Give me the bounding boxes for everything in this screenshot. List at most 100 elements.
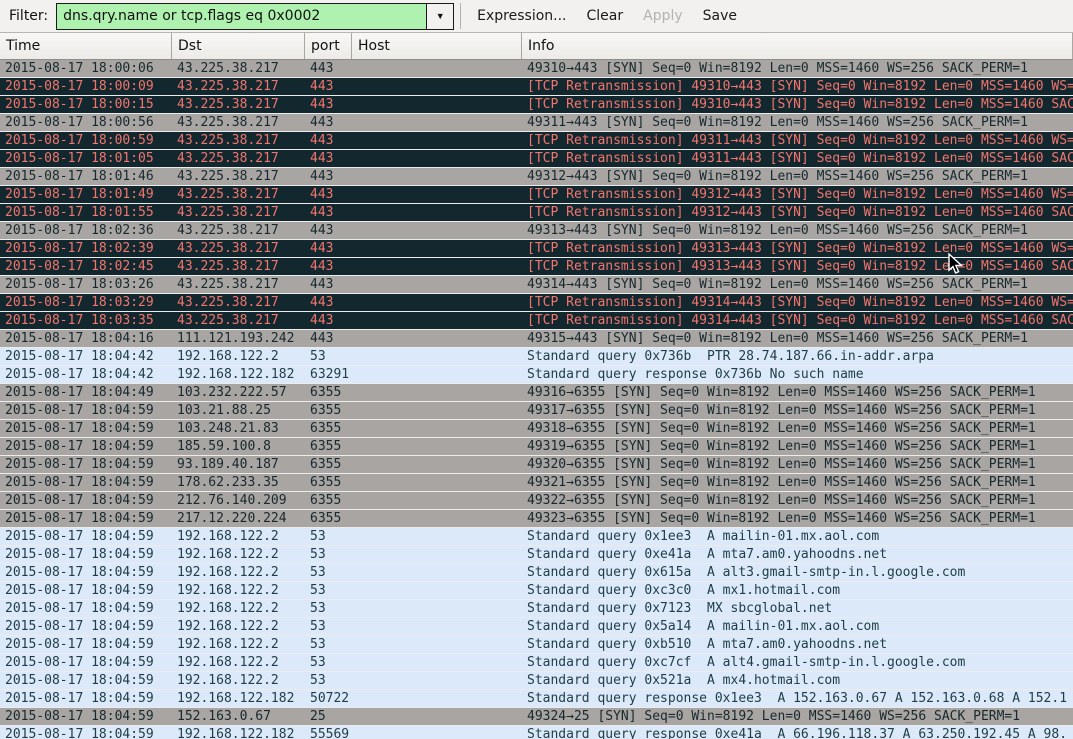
column-header-time[interactable]: Time	[0, 33, 172, 59]
cell-port: 53	[305, 564, 352, 581]
cell-port: 443	[305, 60, 352, 77]
clear-button[interactable]: Clear	[577, 4, 634, 28]
cell-info: Standard query response 0x736b No such n…	[522, 366, 1073, 383]
cell-dst: 43.225.38.217	[172, 114, 305, 131]
cell-info: 49321→6355 [SYN] Seq=0 Win=8192 Len=0 MS…	[522, 474, 1073, 491]
cell-time: 2015-08-17 18:03:26	[0, 276, 172, 293]
cell-info: Standard query response 0xe41a A 66.196.…	[522, 726, 1073, 739]
cell-port: 443	[305, 312, 352, 329]
filter-combo: ▼	[56, 3, 454, 30]
cell-port: 53	[305, 672, 352, 689]
cell-info: 49323→6355 [SYN] Seq=0 Win=8192 Len=0 MS…	[522, 510, 1073, 527]
cell-info: Standard query 0x736b PTR 28.74.187.66.i…	[522, 348, 1073, 365]
packet-row[interactable]: 2015-08-17 18:01:4943.225.38.217443[TCP …	[0, 186, 1073, 204]
packet-row[interactable]: 2015-08-17 18:03:3543.225.38.217443[TCP …	[0, 312, 1073, 330]
cell-time: 2015-08-17 18:01:55	[0, 204, 172, 221]
cell-time: 2015-08-17 18:04:59	[0, 420, 172, 437]
cell-time: 2015-08-17 18:04:59	[0, 726, 172, 739]
cell-dst: 43.225.38.217	[172, 168, 305, 185]
cell-info: [TCP Retransmission] 49313→443 [SYN] Seq…	[522, 240, 1073, 257]
cell-host	[352, 312, 522, 329]
cell-dst: 43.225.38.217	[172, 60, 305, 77]
packet-row[interactable]: 2015-08-17 18:04:5993.189.40.18763554932…	[0, 456, 1073, 474]
cell-dst: 192.168.122.2	[172, 600, 305, 617]
apply-button[interactable]: Apply	[633, 4, 693, 28]
cell-info: [TCP Retransmission] 49314→443 [SYN] Seq…	[522, 312, 1073, 329]
packet-row[interactable]: 2015-08-17 18:02:3943.225.38.217443[TCP …	[0, 240, 1073, 258]
packet-row[interactable]: 2015-08-17 18:04:59212.76.140.2096355493…	[0, 492, 1073, 510]
cell-time: 2015-08-17 18:03:35	[0, 312, 172, 329]
packet-row[interactable]: 2015-08-17 18:00:0643.225.38.21744349310…	[0, 60, 1073, 78]
packet-row[interactable]: 2015-08-17 18:02:3643.225.38.21744349313…	[0, 222, 1073, 240]
packet-row[interactable]: 2015-08-17 18:04:59192.168.122.253Standa…	[0, 672, 1073, 690]
packet-row[interactable]: 2015-08-17 18:04:16111.121.193.242443493…	[0, 330, 1073, 348]
cell-time: 2015-08-17 18:04:59	[0, 510, 172, 527]
cell-dst: 43.225.38.217	[172, 240, 305, 257]
packet-row[interactable]: 2015-08-17 18:04:59152.163.0.672549324→2…	[0, 708, 1073, 726]
cell-time: 2015-08-17 18:04:59	[0, 492, 172, 509]
cell-host	[352, 492, 522, 509]
packet-row[interactable]: 2015-08-17 18:00:1543.225.38.217443[TCP …	[0, 96, 1073, 114]
cell-time: 2015-08-17 18:04:59	[0, 528, 172, 545]
packet-row[interactable]: 2015-08-17 18:03:2643.225.38.21744349314…	[0, 276, 1073, 294]
packet-row[interactable]: 2015-08-17 18:01:0543.225.38.217443[TCP …	[0, 150, 1073, 168]
packet-row[interactable]: 2015-08-17 18:04:42192.168.122.253Standa…	[0, 348, 1073, 366]
cell-time: 2015-08-17 18:04:59	[0, 672, 172, 689]
packet-row[interactable]: 2015-08-17 18:04:59192.168.122.253Standa…	[0, 528, 1073, 546]
cell-dst: 192.168.122.2	[172, 564, 305, 581]
packet-row[interactable]: 2015-08-17 18:04:59185.59.100.8635549319…	[0, 438, 1073, 456]
cell-dst: 192.168.122.2	[172, 528, 305, 545]
packet-row[interactable]: 2015-08-17 18:04:59217.12.220.2246355493…	[0, 510, 1073, 528]
cell-time: 2015-08-17 18:04:59	[0, 564, 172, 581]
packet-row[interactable]: 2015-08-17 18:04:49103.232.222.576355493…	[0, 384, 1073, 402]
packet-row[interactable]: 2015-08-17 18:04:59192.168.122.253Standa…	[0, 582, 1073, 600]
cell-time: 2015-08-17 18:04:59	[0, 456, 172, 473]
packet-row[interactable]: 2015-08-17 18:04:42192.168.122.18263291S…	[0, 366, 1073, 384]
cell-dst: 192.168.122.2	[172, 546, 305, 563]
expression-button[interactable]: Expression...	[467, 4, 576, 28]
cell-time: 2015-08-17 18:04:59	[0, 690, 172, 707]
cell-port: 6355	[305, 510, 352, 527]
packet-row[interactable]: 2015-08-17 18:00:0943.225.38.217443[TCP …	[0, 78, 1073, 96]
packet-row[interactable]: 2015-08-17 18:04:59178.62.233.3563554932…	[0, 474, 1073, 492]
packet-row[interactable]: 2015-08-17 18:04:59103.248.21.8363554931…	[0, 420, 1073, 438]
cell-host	[352, 528, 522, 545]
packet-row[interactable]: 2015-08-17 18:04:59192.168.122.253Standa…	[0, 654, 1073, 672]
cell-port: 6355	[305, 492, 352, 509]
packet-row[interactable]: 2015-08-17 18:04:59192.168.122.253Standa…	[0, 636, 1073, 654]
filter-input[interactable]	[57, 4, 426, 29]
cell-port: 443	[305, 96, 352, 113]
cell-time: 2015-08-17 18:00:06	[0, 60, 172, 77]
packet-row[interactable]: 2015-08-17 18:04:59192.168.122.253Standa…	[0, 564, 1073, 582]
column-header-dst[interactable]: Dst	[172, 33, 305, 59]
packet-row[interactable]: 2015-08-17 18:04:59192.168.122.253Standa…	[0, 600, 1073, 618]
save-button[interactable]: Save	[693, 4, 747, 28]
cell-host	[352, 330, 522, 347]
packet-row[interactable]: 2015-08-17 18:01:5543.225.38.217443[TCP …	[0, 204, 1073, 222]
packet-row[interactable]: 2015-08-17 18:03:2943.225.38.217443[TCP …	[0, 294, 1073, 312]
packet-row[interactable]: 2015-08-17 18:04:59103.21.88.25635549317…	[0, 402, 1073, 420]
packet-row[interactable]: 2015-08-17 18:00:5943.225.38.217443[TCP …	[0, 132, 1073, 150]
cell-host	[352, 474, 522, 491]
packet-row[interactable]: 2015-08-17 18:02:4543.225.38.217443[TCP …	[0, 258, 1073, 276]
packet-row[interactable]: 2015-08-17 18:04:59192.168.122.253Standa…	[0, 546, 1073, 564]
column-header-info[interactable]: Info	[522, 33, 1073, 59]
column-header-host[interactable]: Host	[352, 33, 522, 59]
packet-row[interactable]: 2015-08-17 18:01:4643.225.38.21744349312…	[0, 168, 1073, 186]
cell-port: 6355	[305, 456, 352, 473]
filter-dropdown-button[interactable]: ▼	[426, 4, 453, 29]
packet-row[interactable]: 2015-08-17 18:04:59192.168.122.18250722S…	[0, 690, 1073, 708]
packet-row[interactable]: 2015-08-17 18:04:59192.168.122.253Standa…	[0, 618, 1073, 636]
packet-row[interactable]: 2015-08-17 18:00:5643.225.38.21744349311…	[0, 114, 1073, 132]
packet-row[interactable]: 2015-08-17 18:04:59192.168.122.18255569S…	[0, 726, 1073, 739]
cell-host	[352, 60, 522, 77]
cell-time: 2015-08-17 18:04:59	[0, 600, 172, 617]
cell-port: 6355	[305, 438, 352, 455]
cell-port: 6355	[305, 384, 352, 401]
cell-dst: 192.168.122.2	[172, 636, 305, 653]
cell-port: 6355	[305, 402, 352, 419]
cell-port: 443	[305, 222, 352, 239]
cell-info: Standard query 0xe41a A mta7.am0.yahoodn…	[522, 546, 1073, 563]
column-header-port[interactable]: port	[305, 33, 352, 59]
cell-info: Standard query 0xc3c0 A mx1.hotmail.com	[522, 582, 1073, 599]
